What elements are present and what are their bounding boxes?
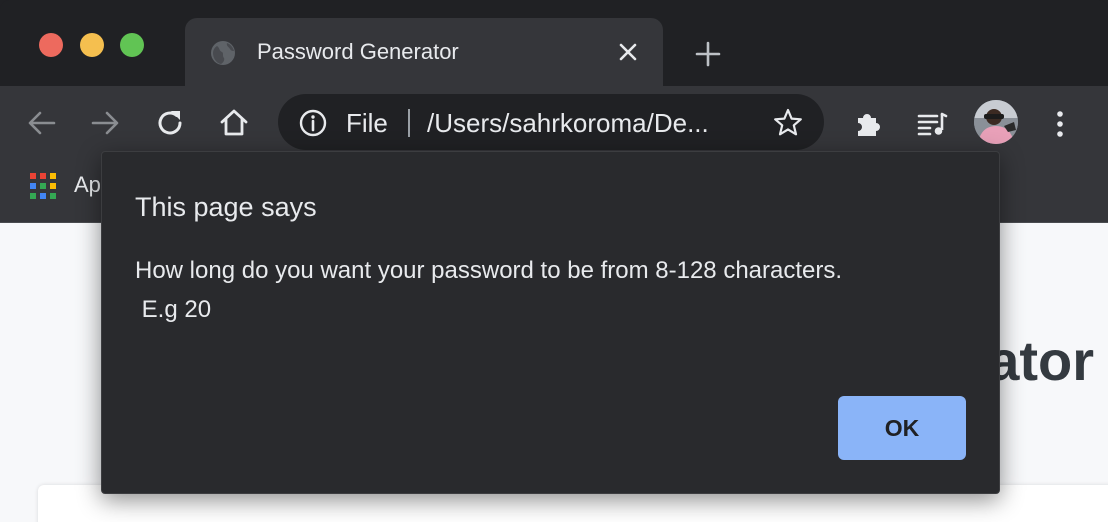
tab-title: Password Generator: [257, 39, 459, 64]
tab-password-generator[interactable]: Password Generator: [185, 18, 663, 86]
url-scheme-label: File: [346, 108, 388, 138]
profile-avatar[interactable]: [974, 100, 1018, 144]
tab-strip: Password Generator: [0, 0, 1108, 86]
dialog-message: How long do you want your password to be…: [135, 257, 843, 323]
window-minimize-button[interactable]: [80, 33, 104, 57]
back-arrow-icon[interactable]: [24, 105, 60, 141]
page-heading: ator: [988, 329, 1094, 392]
home-icon[interactable]: [216, 105, 252, 141]
site-info-icon[interactable]: [298, 108, 328, 138]
url-text[interactable]: /Users/sahrkoroma/De...: [427, 108, 745, 138]
address-bar[interactable]: File /Users/sahrkoroma/De...: [278, 94, 824, 150]
window-close-button[interactable]: [39, 33, 63, 57]
browser-toolbar: File /Users/sahrkoroma/De...: [0, 86, 1108, 158]
ok-button[interactable]: OK: [838, 396, 966, 460]
tab-close-icon[interactable]: [613, 37, 643, 67]
more-menu-icon[interactable]: [1040, 104, 1080, 144]
forward-arrow-icon[interactable]: [87, 105, 123, 141]
prompt-dialog: This page says How long do you want your…: [101, 151, 1000, 494]
window-maximize-button[interactable]: [120, 33, 144, 57]
new-tab-icon[interactable]: [690, 36, 726, 72]
url-separator: [408, 109, 410, 137]
apps-grid-icon[interactable]: [29, 172, 57, 200]
media-control-icon[interactable]: [912, 104, 952, 144]
reload-icon[interactable]: [152, 105, 188, 141]
globe-icon: [209, 39, 237, 67]
dialog-title: This page says: [135, 192, 317, 222]
extensions-puzzle-icon[interactable]: [848, 104, 888, 144]
bookmark-star-icon[interactable]: [772, 107, 804, 139]
browser-window: Password Generator File /Users/sahrkorom…: [0, 0, 1108, 522]
